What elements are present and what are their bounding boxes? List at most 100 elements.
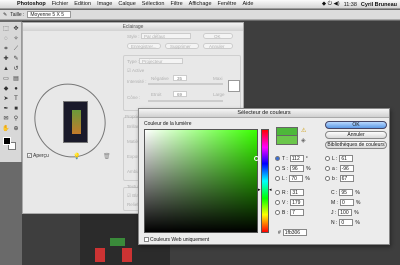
brightness-unit: % xyxy=(305,175,310,182)
light-color-swatch[interactable] xyxy=(228,80,240,92)
trash-icon[interactable]: 🗑 xyxy=(103,153,111,160)
saturation-radio[interactable] xyxy=(275,166,280,171)
brightness-radio[interactable] xyxy=(275,176,280,181)
green-radio[interactable] xyxy=(275,200,280,205)
save-button[interactable]: Enregistrer... xyxy=(127,43,161,49)
eyedropper-tool-icon[interactable]: ⚲ xyxy=(12,115,20,123)
stamp-tool-icon[interactable]: ▲ xyxy=(2,65,10,73)
history-brush-tool-icon[interactable]: ↺ xyxy=(12,65,20,73)
saturation-input[interactable]: 96 xyxy=(290,165,305,172)
marquee-tool-icon[interactable]: ⬚ xyxy=(2,25,10,33)
preview-thumbnail xyxy=(63,101,88,143)
yellow-input[interactable]: 100 xyxy=(338,209,353,216)
path-select-tool-icon[interactable]: ➤ xyxy=(2,95,10,103)
dodge-tool-icon[interactable]: ● xyxy=(12,85,20,93)
hand-tool-icon[interactable]: ✋ xyxy=(2,125,10,133)
active-checkbox[interactable]: ☑ Active xyxy=(127,68,144,74)
size-select[interactable]: Moyenne 5 X 5 xyxy=(27,11,72,18)
notes-tool-icon[interactable]: ✉ xyxy=(2,115,10,123)
green-input[interactable]: 179 xyxy=(290,199,305,206)
lab-l-radio[interactable] xyxy=(325,156,330,161)
hue-radio[interactable] xyxy=(275,156,280,161)
eraser-tool-icon[interactable]: ▭ xyxy=(2,75,10,83)
hue-slider-right-arrow-icon[interactable]: ◂ xyxy=(269,187,272,193)
lab-l-input[interactable]: 61 xyxy=(339,155,354,162)
foreground-color-swatch[interactable] xyxy=(3,137,11,145)
menu-calque[interactable]: Calque xyxy=(115,1,138,7)
menu-selection[interactable]: Sélection xyxy=(139,1,168,7)
color-field[interactable] xyxy=(144,129,259,233)
zoom-tool-icon[interactable]: ⊕ xyxy=(12,125,20,133)
cone-label: Cône : xyxy=(127,95,141,100)
intensity-slider[interactable] xyxy=(148,83,223,85)
websafe-checkbox[interactable] xyxy=(144,237,149,243)
status-icons[interactable]: ◆ ⏻ ◀) xyxy=(322,1,340,8)
lab-b-radio[interactable] xyxy=(325,176,330,181)
menu-fichier[interactable]: Fichier xyxy=(49,1,72,7)
magic-wand-tool-icon[interactable]: ✧ xyxy=(12,35,20,43)
lab-b-input[interactable]: 67 xyxy=(339,175,354,182)
cancel-button[interactable]: Annuler xyxy=(325,131,387,139)
clock[interactable]: 11:38 xyxy=(344,2,357,8)
menu-filtre[interactable]: Filtre xyxy=(167,1,185,7)
brightness-input[interactable]: 70 xyxy=(289,175,304,182)
type-tool-icon[interactable]: T xyxy=(12,95,20,103)
color-libraries-button[interactable]: Bibliothèques de couleurs xyxy=(325,141,387,149)
menu-edition[interactable]: Edition xyxy=(71,1,94,7)
out-of-gamut-warning-icon[interactable]: ⚠ xyxy=(301,127,306,134)
menu-fenetre[interactable]: Fenêtre xyxy=(215,1,240,7)
type-label: Type : xyxy=(127,59,140,64)
lab-a-input[interactable]: -96 xyxy=(339,165,354,172)
magenta-input[interactable]: 0 xyxy=(339,199,354,206)
eyedropper-icon[interactable]: ✎ xyxy=(3,12,7,18)
menu-aide[interactable]: Aide xyxy=(239,1,256,7)
move-tool-icon[interactable]: ✥ xyxy=(12,25,20,33)
style-select[interactable]: Par défaut xyxy=(141,33,191,39)
lab-a-radio[interactable] xyxy=(325,166,330,171)
blue-input[interactable]: 7 xyxy=(290,209,305,216)
blur-tool-icon[interactable]: ◆ xyxy=(2,85,10,93)
menu-photoshop[interactable]: Photoshop xyxy=(14,1,49,7)
intensity-value[interactable]: 35 xyxy=(173,75,187,81)
preview-checkbox[interactable]: ✓ xyxy=(27,153,32,159)
yellow-label: J : xyxy=(331,209,337,216)
menu-image[interactable]: Image xyxy=(94,1,115,7)
style-label: Style : xyxy=(127,34,140,39)
crop-tool-icon[interactable]: ⌗ xyxy=(2,45,10,53)
slice-tool-icon[interactable]: ⟋ xyxy=(12,45,20,53)
cone-value[interactable]: 69 xyxy=(173,91,187,97)
cyan-label: C : xyxy=(331,189,338,196)
light-bulb-icon[interactable]: 💡 xyxy=(73,153,80,160)
ok-button[interactable]: OK xyxy=(325,121,387,129)
cone-slider[interactable] xyxy=(148,100,223,102)
cancel-button-faded[interactable]: Annuler xyxy=(203,43,233,49)
cyan-input[interactable]: 95 xyxy=(339,189,354,196)
current-color-preview[interactable] xyxy=(276,136,298,145)
user-name[interactable]: Cyril Bruneau xyxy=(361,2,397,8)
hue-input[interactable]: 112 xyxy=(289,155,304,162)
healing-tool-icon[interactable]: ✚ xyxy=(2,55,10,63)
black-input[interactable]: 0 xyxy=(339,219,354,226)
lasso-tool-icon[interactable]: ◌ xyxy=(2,35,10,43)
magenta-unit: % xyxy=(355,199,361,206)
hex-input[interactable]: 1fb306 xyxy=(282,229,307,236)
gradient-tool-icon[interactable]: ▤ xyxy=(12,75,20,83)
hue-slider[interactable] xyxy=(261,129,269,233)
pen-tool-icon[interactable]: ✒ xyxy=(2,105,10,113)
lab-a-label: a : xyxy=(332,165,338,172)
menu-affichage[interactable]: Affichage xyxy=(186,1,215,7)
type-select[interactable]: Projecteur xyxy=(139,58,183,64)
red-radio[interactable] xyxy=(275,190,280,195)
websafe-warning-icon[interactable]: ◈ xyxy=(301,137,306,144)
saturation-label: S : xyxy=(282,165,289,172)
cone-left-label: Etroit xyxy=(151,92,162,97)
brush-tool-icon[interactable]: ✎ xyxy=(12,55,20,63)
delete-button[interactable]: Supprimer xyxy=(165,43,199,49)
size-label: Taille : xyxy=(10,11,25,18)
color-field-cursor[interactable] xyxy=(254,156,259,161)
red-input[interactable]: 31 xyxy=(290,189,305,196)
blue-radio[interactable] xyxy=(275,210,280,215)
shape-tool-icon[interactable]: ■ xyxy=(12,105,20,113)
hue-slider-left-arrow-icon[interactable]: ▸ xyxy=(258,187,261,193)
ok-button-faded[interactable]: OK xyxy=(203,33,233,39)
